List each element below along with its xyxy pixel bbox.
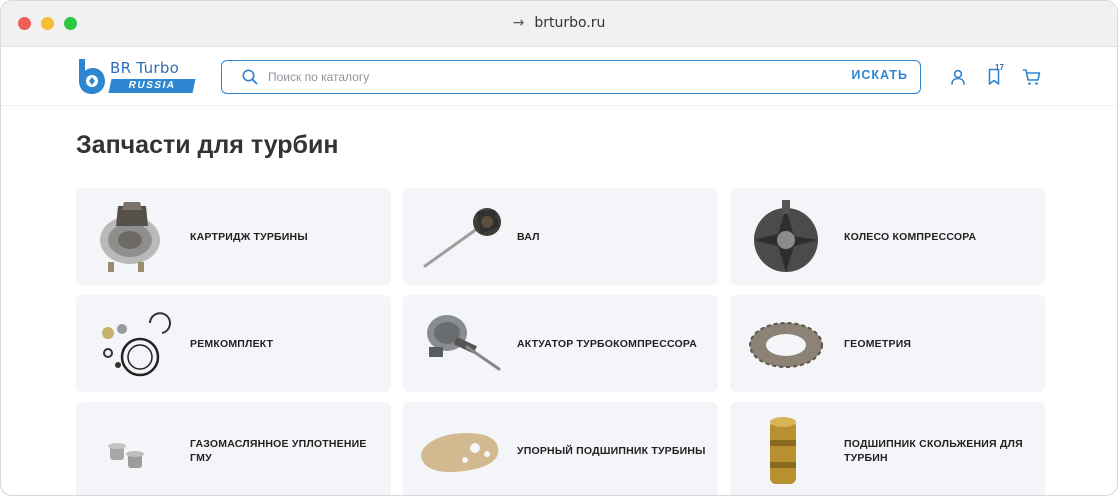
address-bar[interactable]: → brturbo.ru	[1, 15, 1117, 31]
category-card-journal-bearing[interactable]: ПОДШИПНИК СКОЛЬЖЕНИЯ ДЛЯ ТУРБИН	[730, 402, 1045, 495]
seal-image	[108, 443, 144, 468]
cart-icon[interactable]	[1022, 67, 1042, 87]
category-card-compressor-wheel[interactable]: КОЛЕСО КОМПРЕССОРА	[730, 188, 1045, 285]
url-text: brturbo.ru	[534, 15, 606, 31]
search-icon	[242, 69, 258, 85]
browser-window: → brturbo.ru BR Turbo RUSSIA ИСКАТЬ	[0, 0, 1118, 496]
category-label: ВАЛ	[517, 230, 540, 243]
category-label: КОЛЕСО КОМПРЕССОРА	[844, 230, 977, 243]
category-label: АКТУАТОР ТУРБОКОМПРЕССОРА	[517, 337, 697, 350]
forward-arrow-icon: →	[512, 15, 525, 31]
cartridge-image	[100, 202, 160, 272]
logo-mark-icon	[79, 59, 105, 94]
search-input[interactable]	[268, 66, 808, 88]
search-button[interactable]: ИСКАТЬ	[851, 68, 908, 82]
logo-subtitle: RUSSIA	[108, 79, 196, 93]
category-card-nozzle-ring[interactable]: ГЕОМЕТРИЯ	[730, 295, 1045, 392]
category-card-thrust-bearing[interactable]: УПОРНЫЙ ПОДШИПНИК ТУРБИНЫ	[403, 402, 718, 495]
repair-kit-image	[102, 312, 171, 377]
site-logo[interactable]: BR Turbo RUSSIA	[76, 57, 196, 97]
category-label: ПОДШИПНИК СКОЛЬЖЕНИЯ ДЛЯ ТУРБИН	[844, 437, 1023, 464]
journal-bearing-image	[770, 417, 796, 484]
browser-titlebar: → brturbo.ru	[1, 1, 1117, 47]
category-card-actuator[interactable]: АКТУАТОР ТУРБОКОМПРЕССОРА	[403, 295, 718, 392]
logo-title: BR Turbo	[110, 59, 180, 77]
page-title: Запчасти для турбин	[76, 131, 339, 159]
user-icon[interactable]	[948, 67, 968, 87]
category-label: ГЕОМЕТРИЯ	[844, 337, 912, 350]
shaft-image	[423, 208, 501, 268]
compressor-wheel-image	[754, 200, 818, 272]
search-bar: ИСКАТЬ	[221, 60, 921, 94]
category-card-seal[interactable]: ГАЗОМАСЛЯННОЕ УПЛОТНЕНИЕ ГМУ	[76, 402, 391, 495]
actuator-image	[427, 315, 501, 371]
favorites-count-badge: 17	[995, 63, 1004, 72]
nozzle-ring-image	[749, 322, 823, 368]
category-label: УПОРНЫЙ ПОДШИПНИК ТУРБИНЫ	[517, 444, 706, 457]
thrust-bearing-image	[421, 432, 499, 472]
category-label: ГАЗОМАСЛЯННОЕ УПЛОТНЕНИЕ ГМУ	[190, 437, 367, 464]
category-card-shaft[interactable]: ВАЛ	[403, 188, 718, 285]
category-label: РЕМКОМПЛЕКТ	[190, 337, 274, 350]
category-card-repair-kit[interactable]: РЕМКОМПЛЕКТ	[76, 295, 391, 392]
category-card-cartridge[interactable]: КАРТРИДЖ ТУРБИНЫ	[76, 188, 391, 285]
site-header: BR Turbo RUSSIA ИСКАТЬ 17	[1, 48, 1117, 106]
category-label: КАРТРИДЖ ТУРБИНЫ	[190, 230, 308, 243]
